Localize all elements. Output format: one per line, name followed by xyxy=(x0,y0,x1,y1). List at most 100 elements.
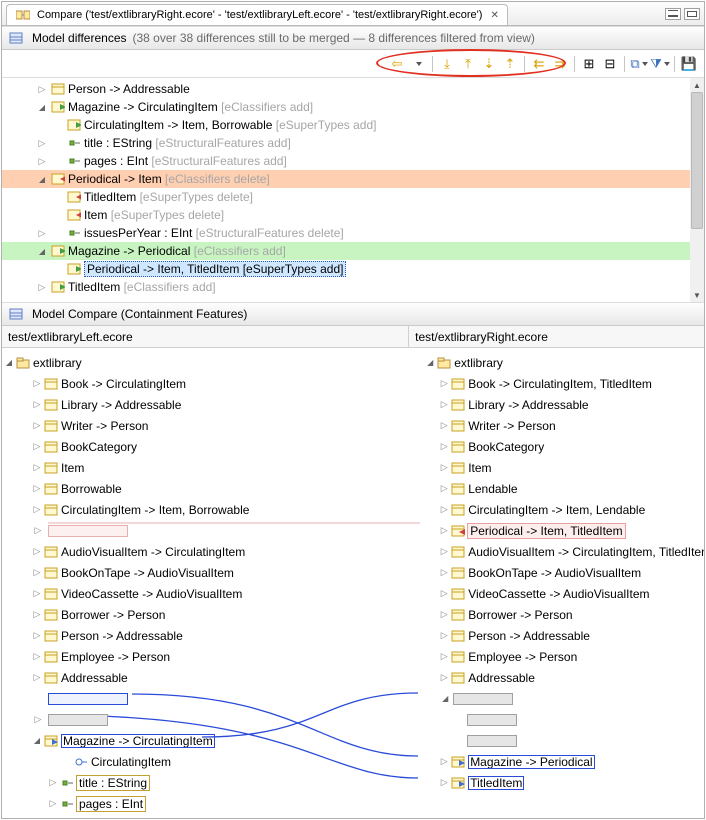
expand-icon[interactable] xyxy=(437,480,451,498)
expand-icon[interactable] xyxy=(437,375,451,393)
filter-button[interactable]: ⧩ xyxy=(651,55,669,73)
expand-icon[interactable] xyxy=(30,669,44,687)
minimize-button[interactable] xyxy=(665,8,681,20)
expand-icon[interactable] xyxy=(46,774,60,792)
expand-icon[interactable] xyxy=(437,564,451,582)
expand-icon[interactable] xyxy=(437,438,451,456)
expand-icon[interactable] xyxy=(34,80,50,98)
tree-row[interactable]: title : EString [eStructuralFeatures add… xyxy=(2,134,704,152)
tree-item[interactable]: BookOnTape -> AudioVisualItem xyxy=(2,562,402,583)
tree-row[interactable]: TitledItem [eSuperTypes delete] xyxy=(2,188,704,206)
expand-icon[interactable] xyxy=(30,564,44,582)
next-diff-button[interactable]: ⤓ xyxy=(438,55,456,73)
prev-diff-button[interactable]: ⤒ xyxy=(459,55,477,73)
expand-icon[interactable] xyxy=(30,396,44,414)
tree-item[interactable]: Borrower -> Person xyxy=(2,604,402,625)
scroll-up-icon[interactable]: ▲ xyxy=(690,78,704,92)
expand-icon[interactable] xyxy=(30,627,44,645)
next-change-button[interactable]: ⇣ xyxy=(480,55,498,73)
expand-icon[interactable] xyxy=(30,375,44,393)
tree-item[interactable]: Lendable xyxy=(423,478,704,499)
tree-item[interactable]: Item xyxy=(423,457,704,478)
expand-icon[interactable] xyxy=(437,585,451,603)
tree-item[interactable]: Magazine -> Periodical xyxy=(423,751,704,772)
tree-item[interactable]: Magazine -> CirculatingItem xyxy=(2,730,402,751)
back-menu[interactable] xyxy=(409,55,427,73)
tree-item[interactable]: Library -> Addressable xyxy=(423,394,704,415)
expand-icon[interactable] xyxy=(30,417,44,435)
tree-row[interactable]: Magazine -> CirculatingItem [eClassifier… xyxy=(2,98,704,116)
expand-icon[interactable] xyxy=(30,501,44,519)
tree-item[interactable]: Employee -> Person xyxy=(2,646,402,667)
tree-root[interactable]: extlibrary xyxy=(423,352,704,373)
expand-icon[interactable] xyxy=(437,522,451,540)
save-button[interactable]: 💾 xyxy=(680,55,698,73)
tree-item[interactable]: Borrower -> Person xyxy=(423,604,704,625)
expand-icon[interactable] xyxy=(34,278,50,296)
tree-item[interactable]: Book -> CirculatingItem, TitledItem xyxy=(423,373,704,394)
copy-left-button[interactable]: ⇇ xyxy=(530,55,548,73)
tree-item[interactable]: CirculatingItem -> Item, Borrowable xyxy=(2,499,402,520)
expand-icon[interactable] xyxy=(46,795,60,813)
tree-item[interactable]: AudioVisualItem -> CirculatingItem, Titl… xyxy=(423,541,704,562)
left-tree[interactable]: extlibrary Book -> CirculatingItemLibrar… xyxy=(2,348,402,818)
tree-row[interactable]: TitledItem [eClassifiers add] xyxy=(2,278,704,296)
expand-icon[interactable] xyxy=(30,459,44,477)
tree-row[interactable]: issuesPerYear : EInt [eStructuralFeature… xyxy=(2,224,704,242)
expand-icon[interactable] xyxy=(30,585,44,603)
close-icon[interactable]: ✕ xyxy=(490,10,498,21)
tree-item[interactable]: BookOnTape -> AudioVisualItem xyxy=(423,562,704,583)
tree-item[interactable]: Writer -> Person xyxy=(423,415,704,436)
tree-item[interactable]: VideoCassette -> AudioVisualItem xyxy=(423,583,704,604)
maximize-button[interactable] xyxy=(684,8,700,20)
tree-item[interactable]: VideoCassette -> AudioVisualItem xyxy=(2,583,402,604)
tree-item[interactable]: Employee -> Person xyxy=(423,646,704,667)
tree-row[interactable]: CirculatingItem -> Item, Borrowable [eSu… xyxy=(2,116,704,134)
expand-icon[interactable] xyxy=(34,98,50,116)
collapse-all-button[interactable]: ⊟ xyxy=(601,55,619,73)
tree-item[interactable]: CirculatingItem xyxy=(2,751,402,772)
expand-icon[interactable] xyxy=(30,606,44,624)
expand-icon[interactable] xyxy=(437,543,451,561)
expand-icon[interactable] xyxy=(423,354,437,372)
back-button[interactable]: ⇦ xyxy=(388,55,406,73)
tree-row[interactable]: Periodical -> Item [eClassifiers delete] xyxy=(2,170,704,188)
expand-icon[interactable] xyxy=(437,753,451,771)
expand-icon[interactable] xyxy=(30,480,44,498)
expand-icon[interactable] xyxy=(437,501,451,519)
tree-item[interactable]: AudioVisualItem -> CirculatingItem xyxy=(2,541,402,562)
expand-icon[interactable] xyxy=(2,354,16,372)
expand-icon[interactable] xyxy=(437,459,451,477)
expand-icon[interactable] xyxy=(437,606,451,624)
tree-row[interactable]: pages : EInt [eStructuralFeatures add] xyxy=(2,152,704,170)
expand-icon[interactable] xyxy=(437,669,451,687)
expand-icon[interactable] xyxy=(30,648,44,666)
tree-item[interactable]: Addressable xyxy=(423,667,704,688)
tree-item[interactable]: Library -> Addressable xyxy=(2,394,402,415)
expand-icon[interactable] xyxy=(437,690,453,708)
expand-icon[interactable] xyxy=(437,648,451,666)
tree-root[interactable]: extlibrary xyxy=(2,352,402,373)
tree-item[interactable]: Writer -> Person xyxy=(2,415,402,436)
tree-row[interactable]: Magazine -> Periodical [eClassifiers add… xyxy=(2,242,704,260)
prev-change-button[interactable]: ⇡ xyxy=(501,55,519,73)
right-tree[interactable]: extlibrary Book -> CirculatingItem, Titl… xyxy=(423,348,704,818)
copy-right-button[interactable]: ⇉ xyxy=(551,55,569,73)
tree-row[interactable]: Item [eSuperTypes delete] xyxy=(2,206,704,224)
expand-icon[interactable] xyxy=(30,543,44,561)
expand-icon[interactable] xyxy=(437,774,451,792)
tree-item[interactable]: BookCategory xyxy=(2,436,402,457)
tree-item[interactable]: TitledItem xyxy=(423,772,704,793)
differences-tree[interactable]: Person -> Addressable Magazine -> Circul… xyxy=(2,78,704,302)
tree-item[interactable]: Person -> Addressable xyxy=(423,625,704,646)
tree-item[interactable]: Book -> CirculatingItem xyxy=(2,373,402,394)
tree-item[interactable]: Addressable xyxy=(2,667,402,688)
tree-item[interactable]: Person -> Addressable xyxy=(2,625,402,646)
expand-icon[interactable] xyxy=(30,732,44,750)
scroll-down-icon[interactable]: ▼ xyxy=(690,288,704,302)
group-button[interactable]: ⧉ xyxy=(630,55,648,73)
tree-item[interactable]: BookCategory xyxy=(423,436,704,457)
expand-icon[interactable] xyxy=(34,152,50,170)
expand-icon[interactable] xyxy=(30,711,46,729)
expand-icon[interactable] xyxy=(34,170,50,188)
